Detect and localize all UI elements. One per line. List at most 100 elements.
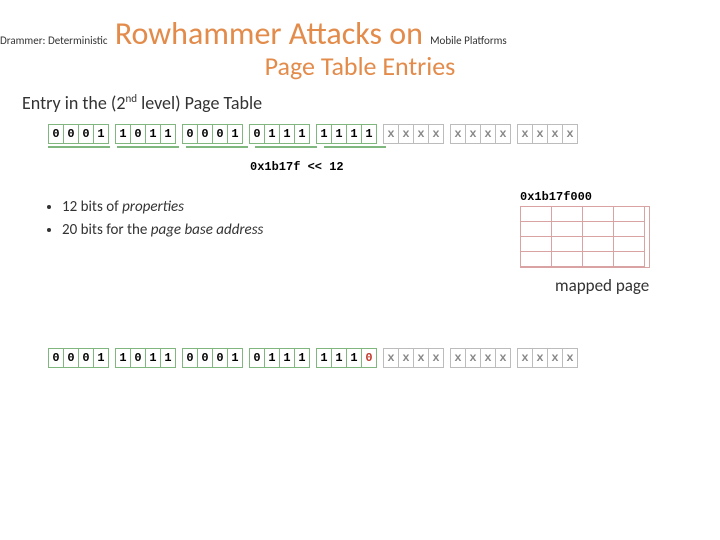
bit-cell: x xyxy=(398,124,414,144)
bullet-list: 12 bits of properties 20 bits for the pa… xyxy=(44,196,263,241)
section-label-post: level) Page Table xyxy=(137,92,262,114)
bit-cell: 1 xyxy=(316,348,332,368)
bit-cell: 0 xyxy=(78,124,94,144)
bit-cell: 1 xyxy=(145,348,161,368)
bit-cell: x xyxy=(383,348,399,368)
bit-cell: 1 xyxy=(93,124,109,144)
bit-cell: 0 xyxy=(212,348,228,368)
section-label-sup: nd xyxy=(125,92,137,105)
bit-cell: x xyxy=(562,124,578,144)
bit-cell: x xyxy=(428,348,444,368)
bit-cell: 1 xyxy=(316,124,332,144)
bit-cell: x xyxy=(465,124,481,144)
bit-cell: 0 xyxy=(78,348,94,368)
bit-cell: 1 xyxy=(361,124,377,144)
bit-nibble: 1110 xyxy=(316,348,377,368)
hex-shift-label: 0x1b17f << 12 xyxy=(250,160,344,174)
bit-nibble: xxxx xyxy=(450,348,511,368)
bit-nibble: xxxx xyxy=(517,348,578,368)
bit-nibble: xxxx xyxy=(383,348,444,368)
bit-nibble: 0001 xyxy=(48,124,109,144)
bit-cell: 0 xyxy=(249,348,265,368)
bit-cell: 0 xyxy=(182,348,198,368)
bit-cell: 1 xyxy=(115,348,131,368)
mapped-page-caption: mapped page xyxy=(555,275,649,296)
bit-cell: x xyxy=(547,348,563,368)
bit-nibble: 1011 xyxy=(115,124,176,144)
bit-cell: x xyxy=(495,124,511,144)
bullet-em: properties xyxy=(122,198,184,216)
bullet-text: 12 bits of xyxy=(62,198,122,216)
slide-title: Drammer: Deterministic Rowhammer Attacks… xyxy=(0,14,720,53)
bit-nibble: xxxx xyxy=(383,124,444,144)
section-label-pre: Entry in the (2 xyxy=(22,92,125,114)
bit-cell: 0 xyxy=(249,124,265,144)
bit-cell: x xyxy=(532,124,548,144)
bit-cell: 1 xyxy=(93,348,109,368)
underline xyxy=(48,146,110,148)
bit-cell: 0 xyxy=(48,348,64,368)
bit-cell: x xyxy=(450,124,466,144)
bit-cell: 1 xyxy=(346,348,362,368)
bit-cell: x xyxy=(480,348,496,368)
bit-cell: 1 xyxy=(115,124,131,144)
bit-cell: 1 xyxy=(264,124,280,144)
bit-cell: 1 xyxy=(160,348,176,368)
bit-cell: x xyxy=(517,348,533,368)
title-suffix: Mobile Platforms xyxy=(430,34,507,47)
bit-cell: 1 xyxy=(160,124,176,144)
underline xyxy=(186,146,248,148)
bit-cell: x xyxy=(532,348,548,368)
bit-cell: 1 xyxy=(227,348,243,368)
bit-nibble: 0111 xyxy=(249,348,310,368)
pte-bits-row-flipped: 00011011000101111110xxxxxxxxxxxx xyxy=(48,348,578,368)
underline xyxy=(255,146,317,148)
bit-cell: 0 xyxy=(197,348,213,368)
page-address-label: 0x1b17f000 xyxy=(520,190,650,204)
bit-cell: 0 xyxy=(361,348,377,368)
bit-cell: 1 xyxy=(331,124,347,144)
bit-cell: 0 xyxy=(63,348,79,368)
bit-cell: 0 xyxy=(48,124,64,144)
bit-cell: 1 xyxy=(331,348,347,368)
bit-cell: x xyxy=(517,124,533,144)
bit-cell: 1 xyxy=(294,124,310,144)
bit-nibble: 1011 xyxy=(115,348,176,368)
bit-cell: 0 xyxy=(130,124,146,144)
bit-cell: x xyxy=(383,124,399,144)
bit-cell: 0 xyxy=(130,348,146,368)
underline xyxy=(117,146,179,148)
bit-cell: x xyxy=(398,348,414,368)
section-label: Entry in the (2nd level) Page Table xyxy=(22,92,262,114)
bit-nibble: 1111 xyxy=(316,124,377,144)
bit-cell: x xyxy=(562,348,578,368)
title-main: Rowhammer Attacks on xyxy=(108,14,431,53)
bit-cell: 1 xyxy=(227,124,243,144)
bullet-item: 12 bits of properties xyxy=(62,196,263,219)
mapped-page-box: 0x1b17f000 xyxy=(520,190,650,268)
bit-cell: 0 xyxy=(182,124,198,144)
bit-cell: 0 xyxy=(212,124,228,144)
bit-cell: 1 xyxy=(279,124,295,144)
bit-cell: 1 xyxy=(145,124,161,144)
bit-cell: 0 xyxy=(197,124,213,144)
bit-nibble: xxxx xyxy=(450,124,511,144)
slide-subtitle: Page Table Entries xyxy=(0,50,720,82)
bit-cell: x xyxy=(547,124,563,144)
page-grid xyxy=(520,206,650,268)
bullet-em: page base address xyxy=(151,221,264,239)
bit-cell: 1 xyxy=(294,348,310,368)
bit-cell: 1 xyxy=(279,348,295,368)
bit-cell: 1 xyxy=(346,124,362,144)
bit-cell: x xyxy=(480,124,496,144)
underline xyxy=(324,146,386,148)
bit-cell: x xyxy=(413,348,429,368)
bit-nibble: xxxx xyxy=(517,124,578,144)
bit-nibble: 0111 xyxy=(249,124,310,144)
bit-cell: 0 xyxy=(63,124,79,144)
bit-cell: x xyxy=(450,348,466,368)
bit-nibble: 0001 xyxy=(182,348,243,368)
bit-cell: x xyxy=(428,124,444,144)
title-prefix: Drammer: Deterministic xyxy=(0,34,108,47)
bullet-item: 20 bits for the page base address xyxy=(62,219,263,242)
